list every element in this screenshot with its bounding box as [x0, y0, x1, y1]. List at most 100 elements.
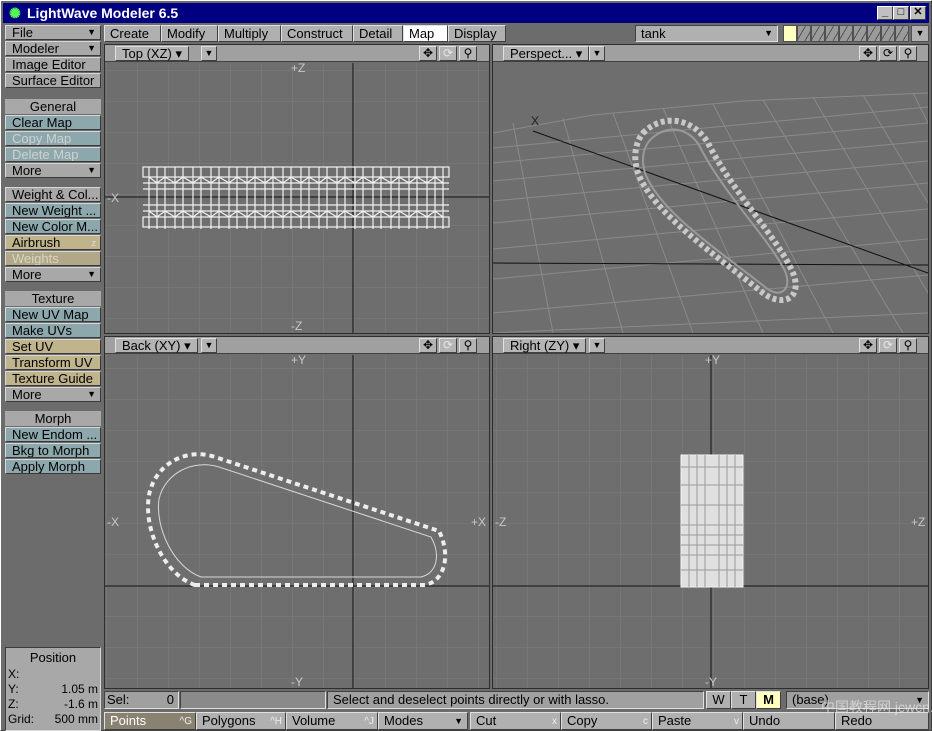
volume-mode-button[interactable]: Volume ^J — [286, 712, 378, 730]
weights-button[interactable]: Weights — [5, 251, 101, 266]
axis-label-x: X — [531, 114, 539, 128]
tab-create[interactable]: Create — [104, 25, 161, 42]
axis-label-top: +Y — [291, 353, 307, 367]
viewport-view-selector[interactable]: Top (XZ) ▾ — [115, 46, 189, 61]
tab-multiply[interactable]: Multiply — [218, 25, 281, 42]
layer-9-button[interactable] — [895, 25, 909, 42]
viewport-style-dropdown[interactable]: ▼ — [201, 338, 217, 353]
cut-button[interactable]: Cut x — [470, 712, 561, 730]
more-texture-menu[interactable]: More ▼ — [5, 387, 101, 402]
viewport-right[interactable]: Right (ZY) ▾ ▼ ✥ ⟳ ⚲ +Y -Y -Z +Z — [492, 336, 929, 689]
airbrush-label: Airbrush — [12, 235, 61, 250]
layer-4-button[interactable] — [825, 25, 839, 42]
layer-5-button[interactable] — [839, 25, 853, 42]
viewport-style-dropdown[interactable]: ▼ — [201, 46, 217, 61]
layer-7-button[interactable] — [867, 25, 881, 42]
zoom-view-icon[interactable]: ⚲ — [899, 46, 917, 61]
axis-label-right: +Z — [911, 515, 926, 529]
modeler-menu[interactable]: Modeler ▼ — [5, 41, 101, 56]
modes-menu[interactable]: Modes ▼ — [378, 712, 468, 730]
new-color-map-button[interactable]: New Color M... — [5, 219, 101, 234]
viewport-view-selector[interactable]: Back (XY) ▾ — [115, 338, 198, 353]
set-uv-button[interactable]: Set UV — [5, 339, 101, 354]
morph-heading: Morph — [5, 411, 101, 426]
weight-color-button[interactable]: Weight & Col... — [5, 187, 101, 202]
layer-8-button[interactable] — [881, 25, 895, 42]
airbrush-button[interactable]: Airbrush z — [5, 235, 101, 250]
copy-button[interactable]: Copy c — [561, 712, 652, 730]
tab-display[interactable]: Display — [448, 25, 506, 42]
layer-menu-button[interactable]: ▼ — [911, 25, 929, 42]
zoom-view-icon[interactable]: ⚲ — [899, 338, 917, 353]
volume-shortcut: ^J — [364, 716, 374, 727]
layer-1-button[interactable] — [783, 25, 797, 42]
viewport-canvas[interactable]: +Z -Z -X — [105, 61, 489, 333]
viewport-style-dropdown[interactable]: ▼ — [589, 46, 605, 61]
new-weight-button[interactable]: New Weight ... — [5, 203, 101, 218]
copy-map-button[interactable]: Copy Map — [5, 131, 101, 146]
points-label: Points — [110, 713, 147, 728]
viewport-view-name: Right (ZY) — [510, 338, 570, 353]
zoom-view-icon[interactable]: ⚲ — [459, 46, 477, 61]
chevron-down-icon: ▼ — [87, 269, 96, 279]
viewport-style-dropdown[interactable]: ▼ — [589, 338, 605, 353]
close-button[interactable]: ✕ — [910, 6, 926, 20]
morph-toggle[interactable]: M — [756, 691, 781, 709]
apply-morph-button[interactable]: Apply Morph — [5, 459, 101, 474]
layer-2-button[interactable] — [797, 25, 811, 42]
viewport-top[interactable]: Top (XZ) ▾ ▼ ✥ ⟳ ⚲ +Z -Z -X — [104, 44, 490, 334]
paste-shortcut: v — [734, 716, 739, 727]
tab-construct[interactable]: Construct — [281, 25, 353, 42]
more-weight-menu[interactable]: More ▼ — [5, 267, 101, 282]
transform-uv-button[interactable]: Transform UV — [5, 355, 101, 370]
make-uvs-button[interactable]: Make UVs — [5, 323, 101, 338]
viewport-perspective[interactable]: Perspect... ▾ ▼ ✥ ⟳ ⚲ X — [492, 44, 929, 334]
selection-count: Sel: 0 — [104, 691, 179, 709]
rotate-view-icon[interactable]: ⟳ — [439, 338, 457, 353]
delete-map-button[interactable]: Delete Map — [5, 147, 101, 162]
paste-label: Paste — [658, 713, 692, 728]
new-endomorph-button[interactable]: New Endom ... — [5, 427, 101, 442]
bkg-to-morph-button[interactable]: Bkg to Morph — [5, 443, 101, 458]
texture-toggle[interactable]: T — [731, 691, 756, 709]
image-editor-button[interactable]: Image Editor — [5, 57, 101, 72]
selection-progress-bar — [180, 691, 326, 709]
viewport-view-selector[interactable]: Perspect... ▾ — [503, 46, 590, 61]
layer-3-button[interactable] — [811, 25, 825, 42]
polygons-mode-button[interactable]: Polygons ^H — [196, 712, 286, 730]
viewport-back[interactable]: Back (XY) ▾ ▼ ✥ ⟳ ⚲ +Y -Y -X +X — [104, 336, 490, 689]
move-view-icon[interactable]: ✥ — [419, 338, 437, 353]
chevron-down-icon: ▼ — [87, 389, 96, 399]
points-mode-button[interactable]: Points ^G — [104, 712, 196, 730]
more-general-menu[interactable]: More ▼ — [5, 163, 101, 178]
minimize-button[interactable]: _ — [877, 6, 893, 20]
rotate-view-icon[interactable]: ⟳ — [879, 338, 897, 353]
rotate-view-icon[interactable]: ⟳ — [439, 46, 457, 61]
wireframe-toggle[interactable]: W — [706, 691, 731, 709]
title-bar: ✺ LightWave Modeler 6.5 _ □ ✕ — [3, 3, 929, 23]
chevron-down-icon: ▼ — [87, 165, 96, 175]
main-tabs: Create Modify Multiply Construct Detail … — [104, 25, 629, 42]
move-view-icon[interactable]: ✥ — [859, 46, 877, 61]
tab-detail[interactable]: Detail — [353, 25, 403, 42]
viewport-canvas[interactable]: +Y -Y -X +X — [105, 353, 489, 688]
tab-map[interactable]: Map — [403, 25, 448, 42]
clear-map-button[interactable]: Clear Map — [5, 115, 101, 130]
layer-6-button[interactable] — [853, 25, 867, 42]
file-menu[interactable]: File ▼ — [5, 25, 101, 40]
maximize-button[interactable]: □ — [893, 6, 909, 20]
surface-editor-button[interactable]: Surface Editor — [5, 73, 101, 88]
object-selector[interactable]: tank ▼ — [635, 25, 778, 42]
new-uv-map-button[interactable]: New UV Map — [5, 307, 101, 322]
viewport-canvas[interactable]: +Y -Y -Z +Z — [493, 353, 928, 688]
move-view-icon[interactable]: ✥ — [859, 338, 877, 353]
move-view-icon[interactable]: ✥ — [419, 46, 437, 61]
window-title: LightWave Modeler 6.5 — [27, 5, 179, 21]
paste-button[interactable]: Paste v — [652, 712, 743, 730]
viewport-view-selector[interactable]: Right (ZY) ▾ — [503, 338, 587, 353]
tab-modify[interactable]: Modify — [161, 25, 218, 42]
viewport-canvas[interactable]: X — [493, 63, 928, 333]
texture-guide-button[interactable]: Texture Guide — [5, 371, 101, 386]
rotate-view-icon[interactable]: ⟳ — [879, 46, 897, 61]
zoom-view-icon[interactable]: ⚲ — [459, 338, 477, 353]
